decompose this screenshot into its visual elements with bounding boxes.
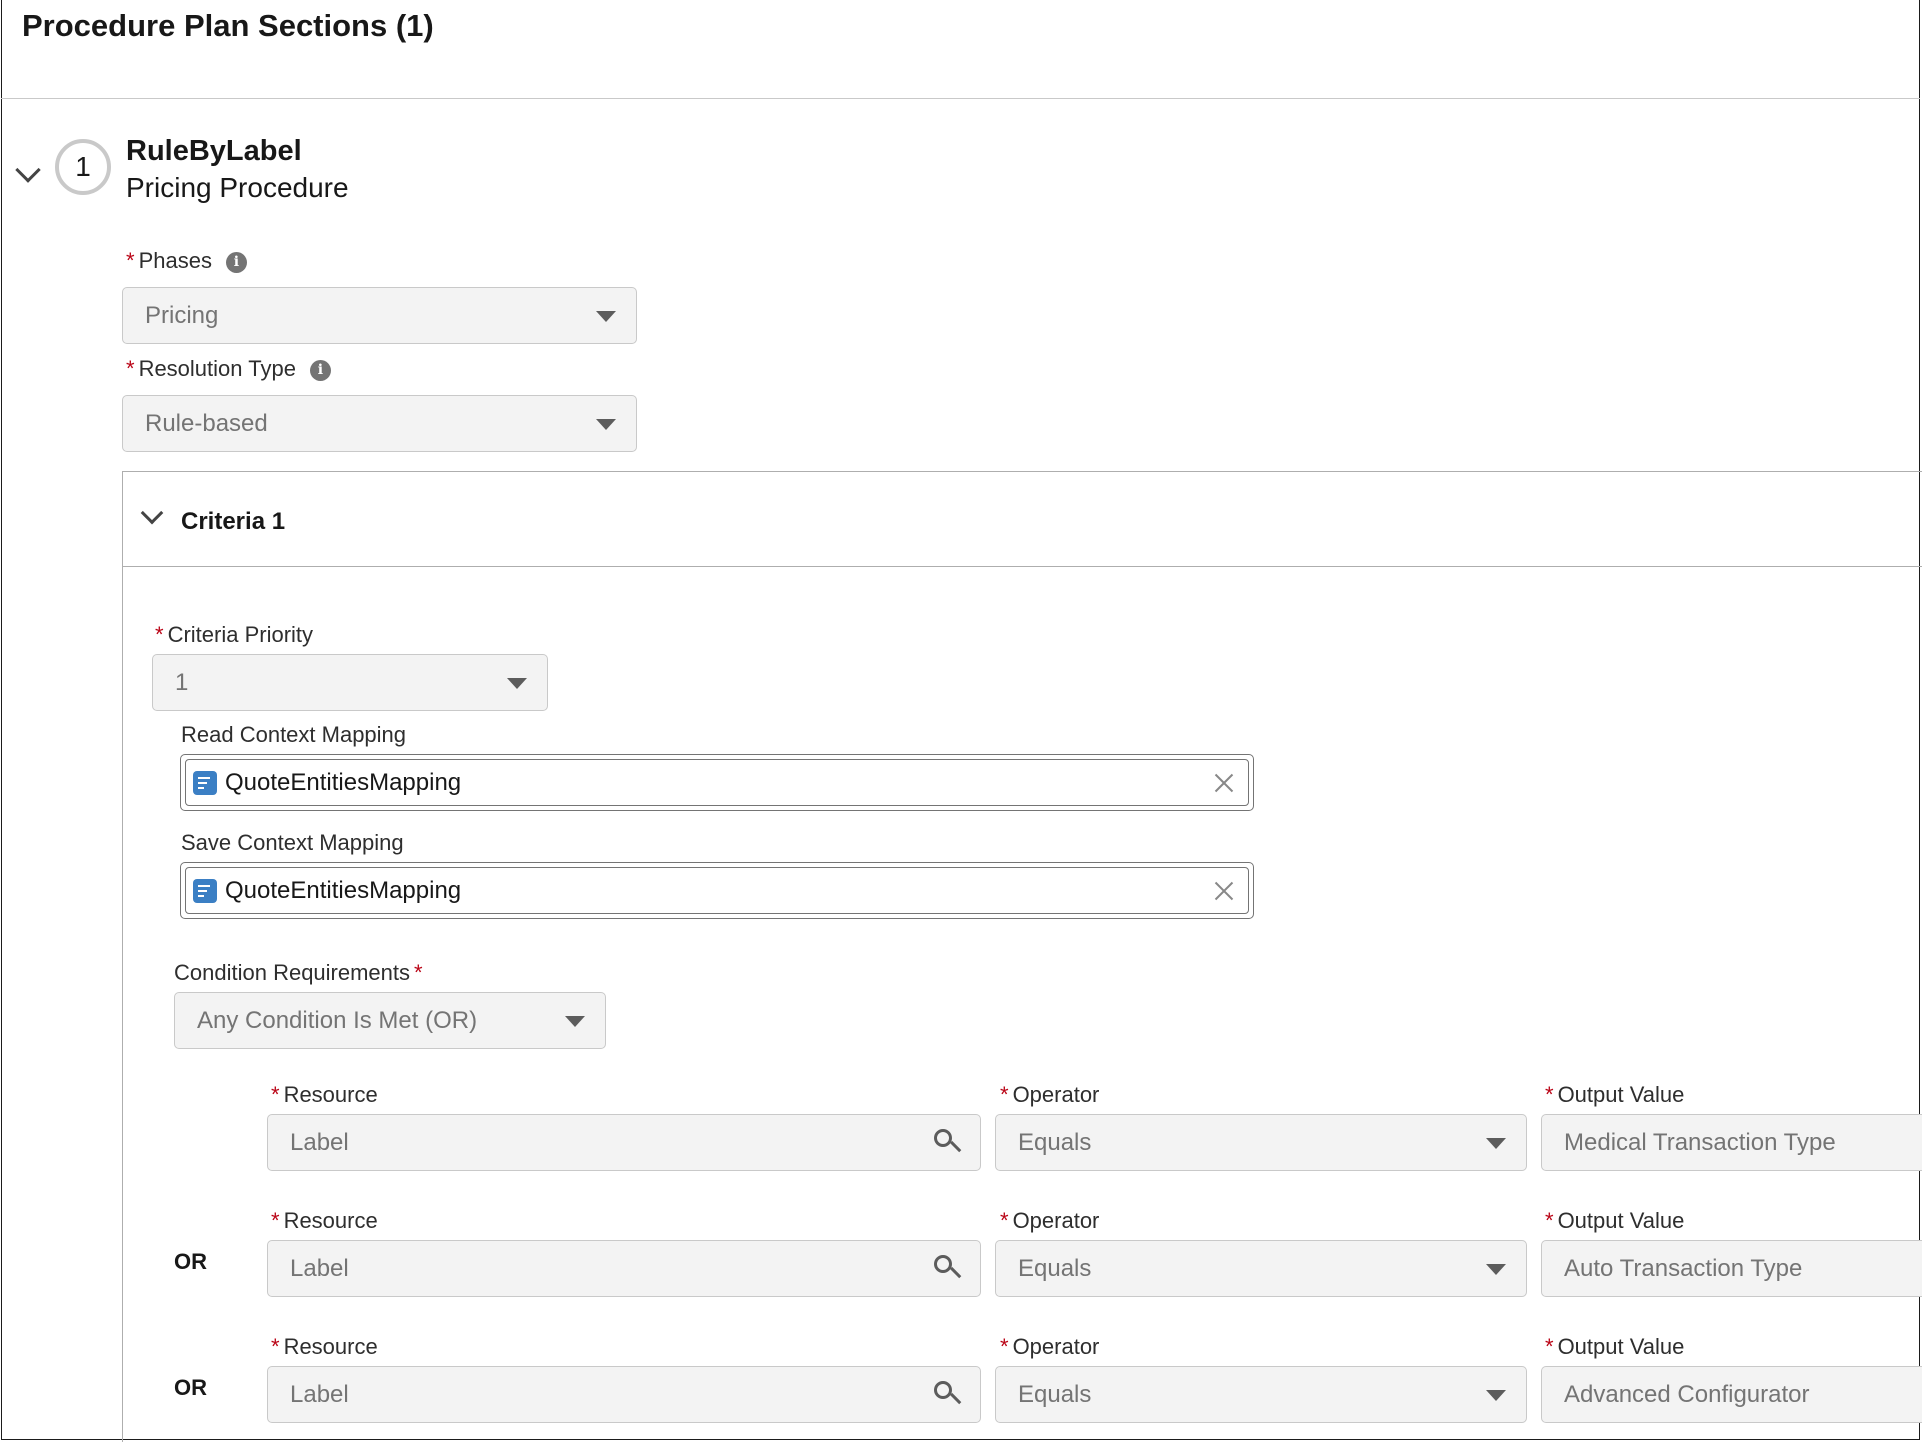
operator-select[interactable]: Equals: [995, 1240, 1527, 1297]
resolution-type-info-icon[interactable]: i: [309, 360, 331, 381]
chevron-down-icon: [507, 677, 527, 689]
read-context-value: QuoteEntitiesMapping: [225, 768, 462, 796]
resource-input[interactable]: Label: [267, 1366, 981, 1423]
clear-read-context-close-icon[interactable]: [1212, 771, 1236, 795]
operator-select[interactable]: Equals: [995, 1366, 1527, 1423]
operator-label: * Operator: [1000, 1082, 1100, 1107]
required-marker: *: [1000, 1334, 1009, 1359]
criteria-header[interactable]: [122, 471, 1922, 567]
output-value-label: * Output Value: [1545, 1334, 1685, 1359]
or-connector: OR: [174, 1249, 207, 1274]
resource-input[interactable]: Label: [267, 1240, 981, 1297]
required-marker: *: [1545, 1208, 1554, 1233]
read-context-lookup[interactable]: QuoteEntitiesMapping: [180, 754, 1254, 811]
required-marker: *: [1000, 1208, 1009, 1233]
required-marker: *: [271, 1208, 280, 1233]
required-marker: *: [1545, 1334, 1554, 1359]
criteria-priority-select[interactable]: 1: [152, 654, 548, 711]
output-value-label: * Output Value: [1545, 1082, 1685, 1107]
save-context-label: Save Context Mapping: [181, 830, 404, 855]
page-title: Procedure Plan Sections (1): [22, 8, 434, 43]
required-marker: *: [271, 1334, 280, 1359]
required-marker: *: [126, 356, 135, 381]
operator-label: * Operator: [1000, 1208, 1100, 1233]
resource-label: * Resource: [271, 1082, 378, 1107]
resource-input[interactable]: Label: [267, 1114, 981, 1171]
chevron-down-icon: [1486, 1137, 1506, 1149]
resolution-type-label: * Resolution Type i: [126, 356, 331, 382]
chevron-down-icon: [1486, 1263, 1506, 1275]
save-context-value: QuoteEntitiesMapping: [225, 876, 462, 904]
operator-label: * Operator: [1000, 1334, 1100, 1359]
read-context-pill[interactable]: QuoteEntitiesMapping: [185, 759, 1249, 806]
section-type: Pricing Procedure: [126, 172, 349, 203]
phases-label: * Phases i: [126, 248, 247, 274]
save-context-pill[interactable]: QuoteEntitiesMapping: [185, 867, 1249, 914]
step-number-badge: 1: [55, 139, 111, 195]
required-marker: *: [1545, 1082, 1554, 1107]
required-marker: *: [1000, 1082, 1009, 1107]
resource-label: * Resource: [271, 1334, 378, 1359]
context-mapping-icon: [193, 878, 217, 903]
search-icon[interactable]: [934, 1128, 962, 1157]
condition-requirements-label: Condition Requirements *: [174, 960, 423, 985]
resolution-type-select[interactable]: Rule-based: [122, 395, 637, 452]
output-value-input[interactable]: Medical Transaction Type: [1541, 1114, 1922, 1171]
phases-select[interactable]: Pricing: [122, 287, 637, 344]
criteria-priority-label: * Criteria Priority: [155, 622, 314, 647]
required-marker: *: [271, 1082, 280, 1107]
required-marker: *: [126, 248, 135, 273]
save-context-lookup[interactable]: QuoteEntitiesMapping: [180, 862, 1254, 919]
or-connector: OR: [174, 1375, 207, 1400]
chevron-down-icon: [596, 418, 616, 430]
chevron-down-icon: [1486, 1389, 1506, 1401]
search-icon[interactable]: [934, 1254, 962, 1283]
output-value-input[interactable]: Auto Transaction Type: [1541, 1240, 1922, 1297]
condition-requirements-select[interactable]: Any Condition Is Met (OR): [174, 992, 606, 1049]
resource-label: * Resource: [271, 1208, 378, 1233]
phases-info-icon[interactable]: i: [225, 252, 247, 273]
header-divider: [1, 98, 1920, 99]
operator-select[interactable]: Equals: [995, 1114, 1527, 1171]
output-value-input[interactable]: Advanced Configurator: [1541, 1366, 1922, 1423]
section-name: RuleByLabel: [126, 135, 302, 167]
criteria-title: Criteria 1: [181, 508, 286, 535]
context-mapping-icon: [193, 770, 217, 795]
chevron-down-icon: [565, 1015, 585, 1027]
read-context-label: Read Context Mapping: [181, 722, 407, 747]
search-icon[interactable]: [934, 1380, 962, 1409]
required-marker: *: [414, 960, 423, 985]
required-marker: *: [155, 622, 164, 647]
clear-save-context-close-icon[interactable]: [1212, 879, 1236, 903]
chevron-down-icon: [596, 310, 616, 322]
output-value-label: * Output Value: [1545, 1208, 1685, 1233]
